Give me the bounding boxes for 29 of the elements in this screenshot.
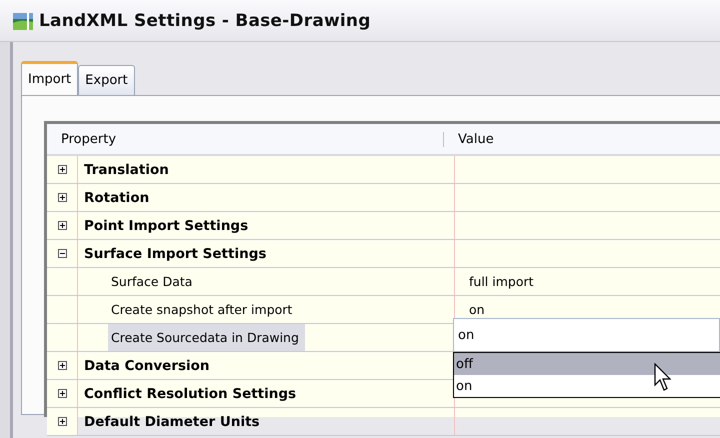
category-label[interactable]: Translation — [78, 162, 169, 178]
tab[interactable]: Import — [21, 61, 78, 95]
expand-icon[interactable] — [58, 221, 66, 230]
property-label[interactable]: Create snapshot after import — [108, 296, 298, 323]
expand-icon[interactable] — [58, 165, 66, 174]
tab[interactable]: Export — [78, 65, 135, 95]
category-label[interactable]: Point Import Settings — [78, 218, 248, 234]
category-label[interactable]: Conflict Resolution Settings — [78, 386, 296, 402]
property-value: full import — [468, 274, 534, 289]
dropdown-option[interactable]: off — [454, 353, 720, 375]
window-title: LandXML Settings - Base-Drawing — [39, 10, 371, 30]
property-label[interactable]: Create Sourcedata in Drawing — [108, 324, 305, 351]
expand-icon[interactable] — [58, 389, 66, 398]
dropdown-option[interactable]: on — [454, 375, 720, 397]
column-header: Property — [47, 132, 444, 146]
cursor-icon — [654, 363, 672, 393]
category-label[interactable]: Data Conversion — [78, 358, 210, 374]
category-label[interactable]: Surface Import Settings — [78, 246, 266, 262]
column-header: Value — [457, 132, 494, 146]
collapse-icon[interactable] — [58, 249, 66, 258]
category-label[interactable]: Default Diameter Units — [78, 414, 260, 430]
value-field[interactable]: on — [453, 318, 720, 352]
expand-icon[interactable] — [58, 417, 66, 426]
property-label[interactable]: Surface Data — [108, 268, 198, 295]
expand-icon[interactable] — [58, 193, 66, 202]
expand-icon[interactable] — [58, 361, 66, 370]
app-icon — [13, 10, 33, 30]
property-value: on — [468, 302, 485, 317]
category-label[interactable]: Rotation — [78, 190, 150, 206]
